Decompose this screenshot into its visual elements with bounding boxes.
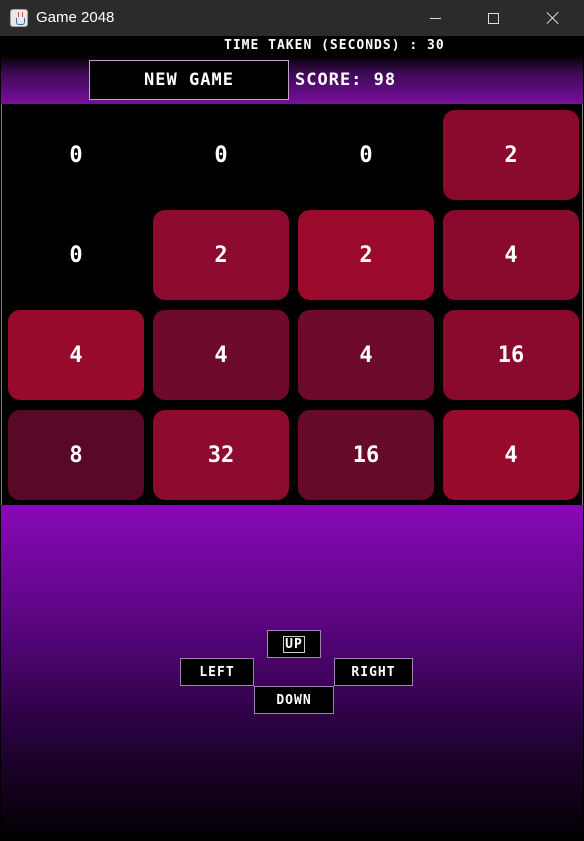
tile-r3-c3: 4 <box>298 310 434 400</box>
tile-r2-c4: 4 <box>443 210 579 300</box>
tile-r4-c3: 16 <box>298 410 434 500</box>
new-game-button[interactable]: NEW GAME <box>89 60 289 100</box>
score-label: SCORE: 98 <box>295 70 397 90</box>
timer-label: TIME TAKEN (SECONDS) : 30 <box>224 38 445 53</box>
up-button-label: UP <box>283 635 305 653</box>
minimize-button[interactable] <box>406 0 464 36</box>
down-button[interactable]: DOWN <box>254 686 334 714</box>
tile-r1-c4: 2 <box>443 110 579 200</box>
tile-r1-c2: 0 <box>214 142 228 168</box>
window-titlebar: Game 2048 <box>0 0 584 36</box>
window-title: Game 2048 <box>36 9 115 26</box>
tile-r1-c1: 0 <box>69 142 83 168</box>
java-cup-icon <box>10 9 28 27</box>
maximize-icon <box>487 12 499 24</box>
tile-r3-c2: 4 <box>153 310 289 400</box>
tile-r1-c3: 0 <box>359 142 373 168</box>
tile-r2-c1: 0 <box>69 242 83 268</box>
controls-panel <box>1 505 583 841</box>
tile-r4-c4: 4 <box>443 410 579 500</box>
tile-r3-c4: 16 <box>443 310 579 400</box>
tile-r3-c1: 4 <box>8 310 144 400</box>
up-button[interactable]: UP <box>267 630 321 658</box>
tile-r2-c2: 2 <box>153 210 289 300</box>
close-icon <box>546 11 560 25</box>
close-button[interactable] <box>524 0 582 36</box>
minimize-icon <box>429 17 441 19</box>
maximize-button[interactable] <box>464 0 522 36</box>
game-board: 0 0 0 2 0 2 2 4 4 4 4 16 8 32 16 4 <box>1 104 583 505</box>
tile-r2-c3: 2 <box>298 210 434 300</box>
tile-r4-c2: 32 <box>153 410 289 500</box>
right-button[interactable]: RIGHT <box>334 658 413 686</box>
tile-r4-c1: 8 <box>8 410 144 500</box>
left-button[interactable]: LEFT <box>180 658 254 686</box>
